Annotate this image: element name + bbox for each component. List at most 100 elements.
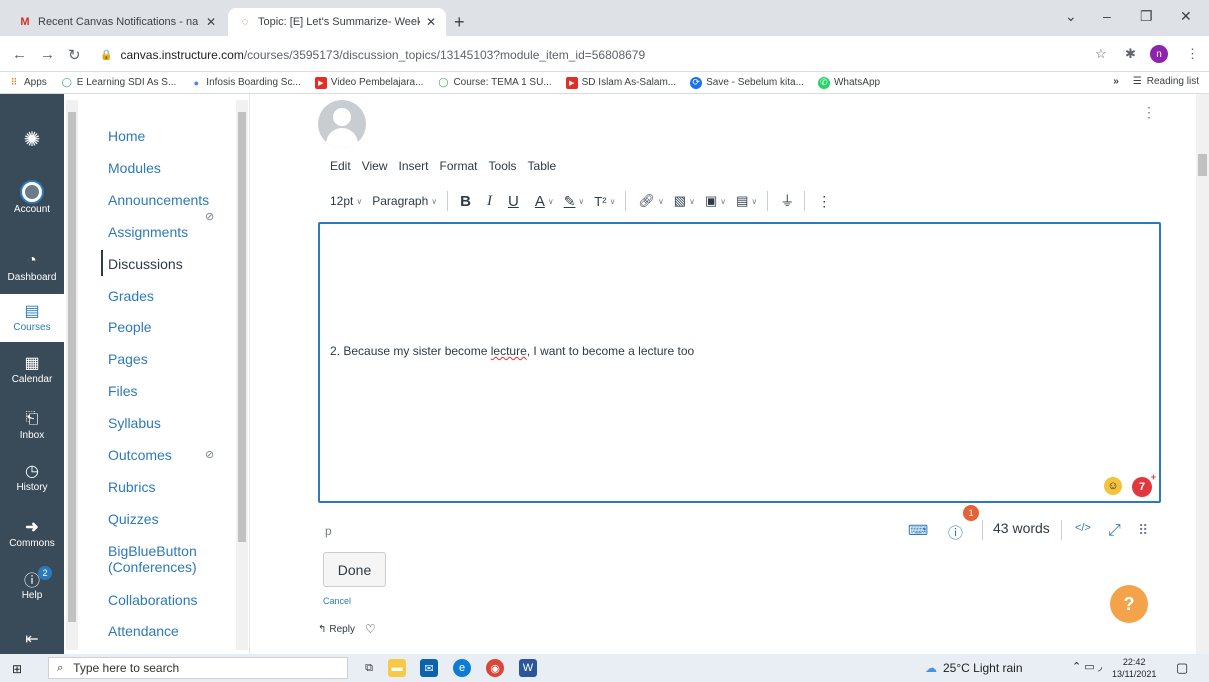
nav-inbox[interactable]: ⎗ Inbox [0, 408, 64, 441]
grammarly-icon[interactable]: 7 + [1132, 472, 1156, 497]
mail-icon[interactable]: ✉ [420, 659, 438, 677]
reading-list[interactable]: » ☰ Reading list [1113, 76, 1199, 87]
close-window-icon[interactable]: ✕ [1180, 8, 1192, 25]
bookmark-save[interactable]: ⟳ Save - Sebelum kita... [690, 76, 804, 89]
emoji-icon[interactable]: ☺ [1104, 477, 1122, 495]
course-nav-bigbluebutton[interactable]: BigBlueButton (Conferences) [108, 543, 197, 575]
bookmark-elearning[interactable]: ◯ E Learning SDI As S... [61, 77, 177, 89]
menu-table[interactable]: Table [528, 159, 557, 173]
more-tools-icon[interactable]: ⋮ [817, 193, 831, 210]
scroll-thumb[interactable] [1198, 154, 1207, 176]
nav-courses[interactable]: ▤ Courses [0, 294, 64, 342]
element-path[interactable]: p [325, 524, 332, 538]
italic-button[interactable]: I [487, 193, 492, 210]
menu-format[interactable]: Format [440, 159, 478, 173]
course-nav-collaborations[interactable]: Collaborations [108, 592, 198, 608]
post-options-icon[interactable]: ⋮ [1142, 104, 1156, 121]
restore-icon[interactable]: ❐ [1140, 8, 1153, 25]
chrome-icon[interactable]: ◉ [486, 659, 504, 677]
image-button[interactable]: ▧ ∨ [674, 193, 695, 209]
taskbar-search[interactable]: ⌕ Type here to search [48, 657, 348, 679]
notifications-icon[interactable]: ▢ [1176, 660, 1188, 676]
taskbar-clock[interactable]: 22:42 13/11/2021 [1112, 656, 1156, 680]
bookmark-video[interactable]: ▶ Video Pembelajara... [314, 76, 423, 89]
close-tab-icon[interactable]: ✕ [206, 15, 216, 29]
scroll-thumb[interactable] [68, 112, 76, 622]
text-color-button[interactable]: A ∨ [535, 193, 554, 210]
system-tray[interactable]: ⌃ ▭ ◞ [1072, 660, 1102, 673]
nav-history[interactable]: ◷ History [0, 460, 64, 493]
course-nav-syllabus[interactable]: Syllabus [108, 415, 161, 431]
apps-button[interactable]: ⏚ [780, 191, 794, 211]
weather-widget[interactable]: ☁ 25°C Light rain [925, 661, 1023, 675]
word-icon[interactable]: W [519, 659, 537, 677]
course-nav-home[interactable]: Home [108, 128, 145, 144]
media-button[interactable]: ▣ ∨ [705, 193, 726, 209]
html-toggle[interactable]: </> [1075, 522, 1091, 534]
course-nav-attendance[interactable]: Attendance [108, 623, 179, 639]
menu-edit[interactable]: Edit [330, 159, 351, 173]
forward-icon[interactable]: → [40, 46, 55, 63]
course-nav-files[interactable]: Files [108, 383, 138, 399]
course-nav-announcements[interactable]: Announcements [108, 192, 209, 208]
file-explorer-icon[interactable]: ▬ [388, 659, 406, 677]
rich-text-editor[interactable] [318, 222, 1161, 503]
reply-link[interactable]: Reply [329, 624, 355, 635]
bookmark-course[interactable]: ◯ Course: TEMA 1 SU... [437, 77, 551, 89]
nav-calendar[interactable]: ▦ Calendar [0, 352, 64, 385]
bold-button[interactable]: B [460, 193, 471, 210]
cancel-link[interactable]: Cancel [323, 596, 351, 606]
star-icon[interactable]: ☆ [1095, 46, 1107, 62]
edge-icon[interactable]: e [453, 659, 471, 677]
link-button[interactable]: 🔗︎ ∨ [638, 193, 663, 209]
editor-body-text[interactable]: 2. Because my sister become lecture, I w… [330, 344, 694, 358]
document-button[interactable]: ▤ ∨ [736, 193, 757, 209]
bookmark-apps[interactable]: ⠿ Apps [8, 77, 47, 89]
windows-start-icon[interactable]: ⊞ [12, 662, 22, 676]
back-icon[interactable]: ← [12, 46, 27, 63]
accessibility-checker-icon[interactable]: ⓘ [948, 522, 963, 543]
menu-insert[interactable]: Insert [398, 159, 428, 173]
nav-help[interactable]: ⓘ 2 Help [0, 566, 64, 601]
course-nav-pages[interactable]: Pages [108, 351, 148, 367]
resize-handle-icon[interactable]: ⠿ [1138, 522, 1148, 539]
course-nav-people[interactable]: People [108, 319, 152, 335]
close-tab-icon[interactable]: ✕ [426, 15, 436, 29]
page-scrollbar[interactable] [1196, 94, 1209, 654]
course-nav-modules[interactable]: Modules [108, 160, 161, 176]
canvas-logo[interactable]: ✺ [0, 128, 64, 151]
extensions-icon[interactable]: ✱ [1125, 46, 1136, 62]
course-nav-scrollbar[interactable] [236, 100, 248, 650]
course-nav-outcomes[interactable]: Outcomes [108, 447, 172, 463]
course-nav-assignments[interactable]: Assignments [108, 224, 188, 240]
nav-account[interactable]: Account [0, 180, 64, 215]
fullscreen-icon[interactable]: ⤢ [1108, 522, 1121, 540]
font-size-select[interactable]: 12pt ∨ [330, 194, 362, 208]
misspelled-word[interactable]: lecture [491, 344, 527, 358]
course-nav-rubrics[interactable]: Rubrics [108, 479, 155, 495]
course-nav-discussions[interactable]: Discussions [108, 256, 183, 272]
minimize-icon[interactable]: – [1103, 8, 1111, 24]
bookmark-infosis[interactable]: ● Infosis Boarding Sc... [190, 77, 301, 89]
like-icon[interactable]: ♡ [365, 622, 376, 636]
done-button[interactable]: Done [323, 552, 386, 587]
tab-canvas[interactable]: ◌ Topic: [E] Let's Summarize- Week ✕ [228, 8, 446, 36]
new-tab-icon[interactable]: + [454, 12, 465, 33]
bookmark-sd-islam[interactable]: ▶ SD Islam As-Salam... [565, 76, 676, 89]
task-view-icon[interactable]: ⧉ [360, 659, 378, 677]
nav-dashboard[interactable]: ◔ Dashboard [0, 250, 64, 283]
course-nav-quizzes[interactable]: Quizzes [108, 511, 159, 527]
help-button[interactable]: ? [1110, 585, 1148, 623]
chevron-down-icon[interactable]: ⌄ [1065, 8, 1077, 25]
browser-menu-icon[interactable]: ⋮ [1186, 46, 1199, 62]
course-nav-scrollbar-left[interactable] [66, 100, 78, 650]
superscript-button[interactable]: T² ∨ [594, 194, 615, 209]
course-nav-grades[interactable]: Grades [108, 288, 154, 304]
block-format-select[interactable]: Paragraph ∨ [372, 194, 437, 208]
menu-view[interactable]: View [362, 159, 388, 173]
collapse-nav[interactable]: ⇤ [0, 628, 64, 650]
bookmark-whatsapp[interactable]: ✆ WhatsApp [817, 76, 880, 89]
underline-button[interactable]: U [508, 193, 519, 210]
nav-commons[interactable]: ➜ Commons [0, 516, 64, 549]
more-bookmarks-icon[interactable]: » [1113, 76, 1119, 87]
